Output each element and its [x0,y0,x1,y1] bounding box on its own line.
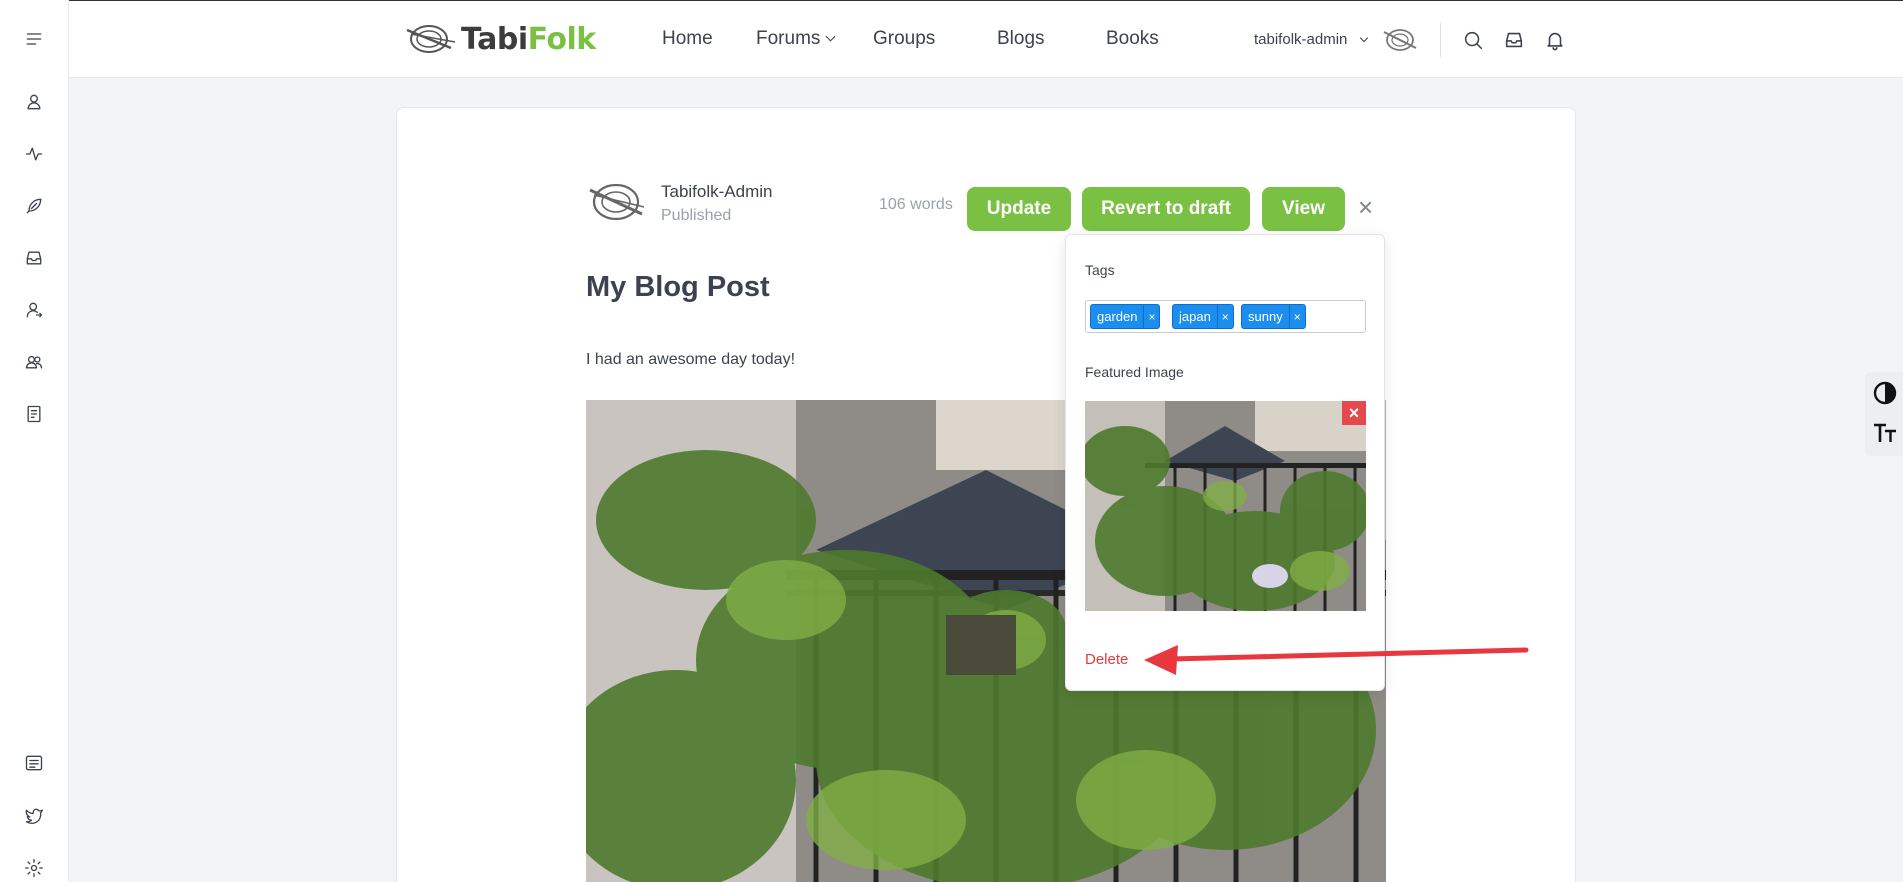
revert-to-draft-button[interactable]: Revert to draft [1082,187,1250,231]
post-settings-popover: Tags garden × japan × sunny × Featured I… [1065,234,1385,691]
featured-image-label: Featured Image [1085,364,1184,380]
tag-japan: japan × [1172,304,1234,329]
tag-label: sunny [1248,309,1283,324]
activity-icon[interactable] [22,142,46,166]
word-count: 106 words [879,196,953,213]
inbox-icon[interactable] [1503,29,1525,51]
featured-image[interactable]: × [1085,401,1366,611]
inbox-icon[interactable] [22,246,46,270]
post-status: Published [661,207,732,224]
chevron-down-icon [825,31,836,42]
tag-remove-button[interactable]: × [1288,305,1305,328]
nav-forums-label: Forums [756,28,821,49]
tag-sunny: sunny × [1241,304,1306,329]
view-button[interactable]: View [1262,187,1345,231]
left-sidebar [0,0,69,882]
logo-icon [406,25,456,53]
tag-label: japan [1179,309,1211,324]
list-icon[interactable] [22,751,46,775]
nav-books[interactable]: Books [1106,28,1159,50]
avatar[interactable] [1382,23,1418,57]
tag-garden: garden × [1090,304,1161,329]
user-menu-name[interactable]: tabifolk-admin [1254,31,1347,48]
update-button[interactable]: Update [967,187,1071,231]
featured-image-photo [1085,401,1366,611]
bell-icon[interactable] [1544,29,1566,51]
nav-home[interactable]: Home [662,28,713,50]
user-switch-icon[interactable] [22,298,46,322]
book-icon[interactable] [22,402,46,426]
search-icon[interactable] [1462,29,1484,51]
tag-label: garden [1097,309,1138,324]
menu-icon[interactable] [22,27,46,51]
post-title[interactable]: My Blog Post [586,271,770,304]
tags-input[interactable]: garden × japan × sunny × [1085,300,1366,333]
top-header: TabiFolk Home Forums Groups Blogs Books … [0,0,1903,78]
nav-forums[interactable]: Forums [756,28,836,50]
author-avatar [589,183,645,221]
header-divider [1440,23,1441,57]
remove-featured-image-button[interactable]: × [1342,401,1366,425]
feather-icon[interactable] [22,194,46,218]
text-size-icon[interactable] [1872,420,1898,446]
annotation-arrow [1144,645,1529,675]
close-icon[interactable]: × [1358,192,1373,223]
user-icon[interactable] [22,90,46,114]
gear-icon[interactable] [22,856,46,880]
twitter-icon[interactable] [22,804,46,828]
author-name: Tabifolk-Admin [661,182,773,201]
chevron-down-icon[interactable] [1359,33,1369,43]
logo-text: TabiFolk [461,21,596,57]
accessibility-widget [1865,372,1903,456]
site-logo[interactable]: TabiFolk [405,19,596,59]
nav-groups[interactable]: Groups [873,28,935,50]
contrast-icon[interactable] [1872,380,1898,406]
delete-post-link[interactable]: Delete [1085,651,1128,668]
tags-label: Tags [1085,262,1115,278]
post-body-text[interactable]: I had an awesome day today! [586,351,795,369]
tag-remove-button[interactable]: × [1216,305,1233,328]
nav-blogs[interactable]: Blogs [997,28,1045,50]
users-icon[interactable] [22,350,46,374]
tag-remove-button[interactable]: × [1143,305,1159,328]
